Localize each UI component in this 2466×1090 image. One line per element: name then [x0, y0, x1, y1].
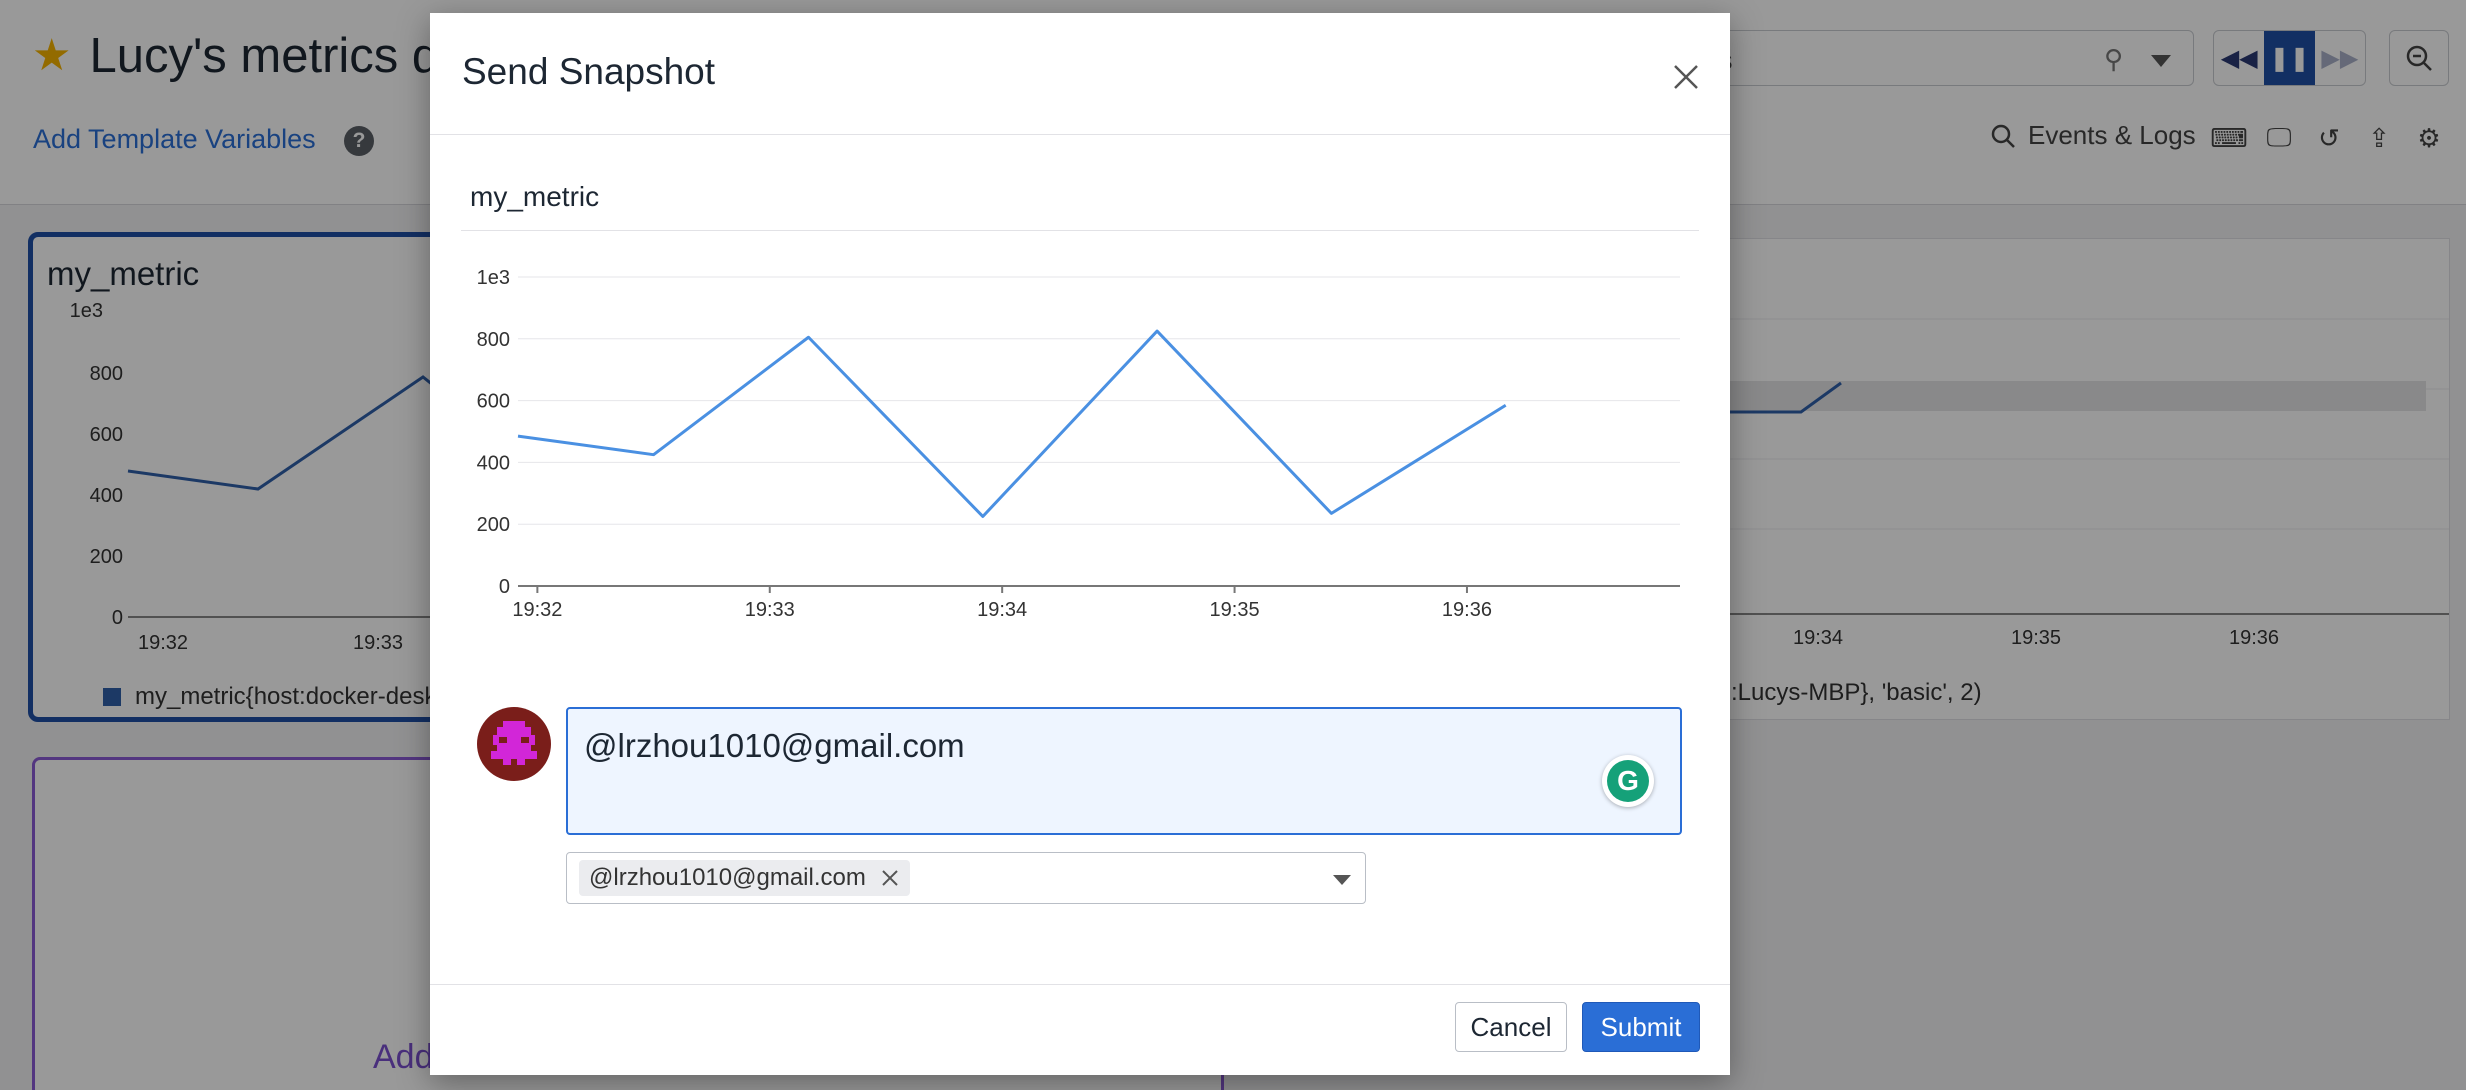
- recipient-tag-label: @lrzhou1010@gmail.com: [589, 864, 866, 891]
- user-avatar-icon: [491, 721, 537, 765]
- close-icon[interactable]: [880, 868, 900, 888]
- y-tick-label: 200: [477, 514, 510, 536]
- avatar: [477, 707, 551, 781]
- submit-button[interactable]: Submit: [1582, 1002, 1700, 1052]
- modal-footer: Cancel Submit: [430, 984, 1730, 1075]
- y-tick-label: 600: [477, 391, 510, 413]
- snapshot-metric-name: my_metric: [470, 181, 600, 212]
- close-button[interactable]: [1666, 57, 1706, 97]
- x-tick-label: 19:35: [1210, 599, 1260, 621]
- grammarly-button[interactable]: G: [1602, 755, 1654, 807]
- x-tick-label: 19:33: [745, 599, 795, 621]
- modal-title: Send Snapshot: [462, 51, 716, 92]
- send-snapshot-modal: Send Snapshot my_metric 0 200 400 600 800 1e3…: [430, 13, 1730, 1075]
- x-tick-label: 19:36: [1442, 599, 1492, 621]
- snapshot-chart: 0 200 400 600 800 1e3 19:32 19:33 19:34 19:35 19:3…: [477, 267, 1680, 621]
- x-tick-label: 19:34: [977, 599, 1027, 621]
- x-tick-label: 19:32: [512, 599, 562, 621]
- y-tick-label: 400: [477, 452, 510, 474]
- recipient-select[interactable]: @lrzhou1010@gmail.com: [566, 852, 1366, 904]
- close-icon: [1674, 65, 1698, 89]
- y-unit-label: 1e3: [477, 267, 510, 289]
- divider: [461, 230, 1699, 231]
- modal-header: Send Snapshot: [430, 13, 1730, 135]
- cancel-button[interactable]: Cancel: [1455, 1002, 1567, 1052]
- y-tick-label: 800: [477, 329, 510, 351]
- chevron-down-icon[interactable]: [1333, 875, 1351, 885]
- comment-text: @lrzhou1010@gmail.com: [584, 727, 965, 764]
- grammarly-icon: G: [1607, 760, 1649, 802]
- y-tick-label: 0: [499, 576, 510, 598]
- comment-input[interactable]: @lrzhou1010@gmail.com G: [566, 707, 1682, 835]
- series-line: [517, 329, 1507, 518]
- recipient-tag: @lrzhou1010@gmail.com: [579, 860, 910, 896]
